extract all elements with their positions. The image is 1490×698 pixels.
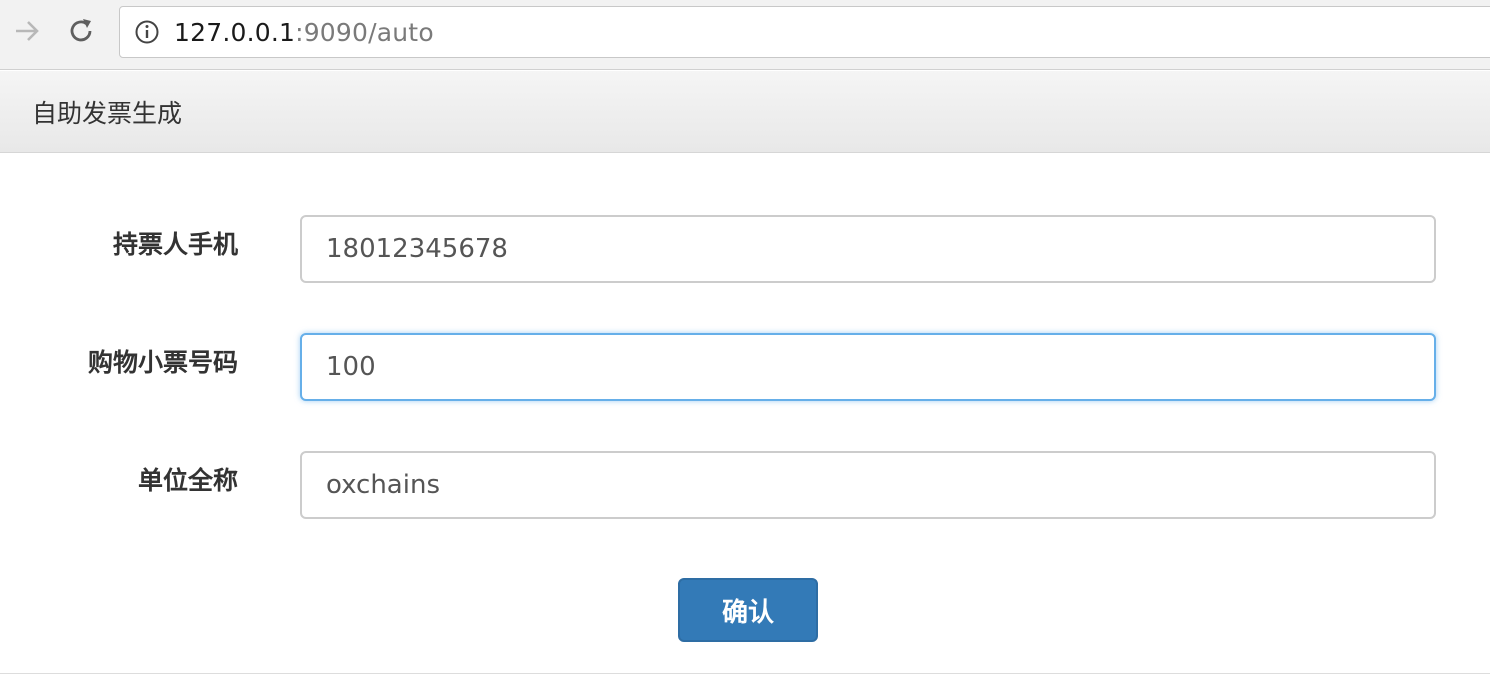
phone-row: 持票人手机 (0, 215, 1490, 283)
reload-icon (70, 19, 92, 42)
reload-button[interactable] (64, 14, 98, 48)
url-text: 127.0.0.1:9090/auto (174, 18, 434, 47)
receipt-number-input[interactable] (300, 333, 1436, 401)
arrow-right-icon (16, 21, 39, 41)
forward-button[interactable] (10, 14, 44, 48)
info-icon[interactable] (134, 19, 160, 45)
browser-toolbar: 127.0.0.1:9090/auto (0, 0, 1490, 70)
company-name-label: 单位全称 (137, 466, 238, 495)
url-path: :9090/auto (295, 17, 434, 47)
url-host: 127.0.0.1 (174, 17, 296, 47)
phone-label: 持票人手机 (112, 230, 238, 259)
phone-input[interactable] (300, 215, 1436, 283)
company-name-input[interactable] (300, 451, 1436, 519)
receipt-number-label: 购物小票号码 (87, 348, 238, 377)
address-bar[interactable]: 127.0.0.1:9090/auto (119, 6, 1490, 58)
confirm-button[interactable]: 确认 (678, 578, 818, 642)
company-name-row: 单位全称 (0, 451, 1490, 519)
panel-title: 自助发票生成 (0, 71, 1490, 153)
invoice-panel: 自助发票生成 持票人手机 购物小票号码 单位全称 确认 (0, 71, 1490, 674)
receipt-number-row: 购物小票号码 (0, 333, 1490, 401)
